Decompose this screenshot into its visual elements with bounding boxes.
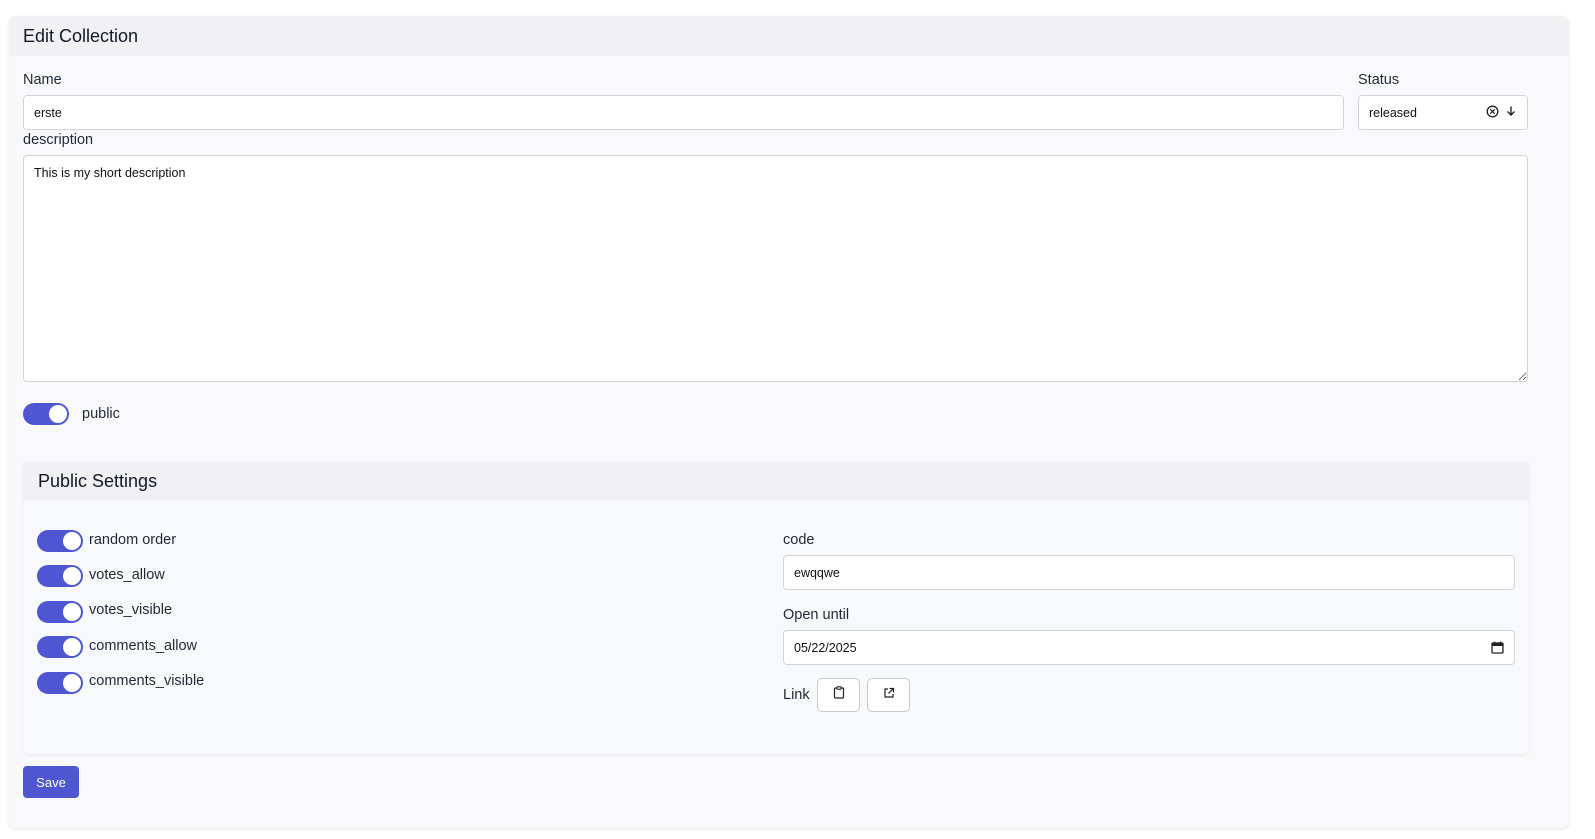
votes-allow-label: votes_allow (89, 567, 165, 583)
calendar-icon[interactable] (1491, 641, 1504, 654)
name-value: erste (34, 105, 62, 120)
public-label: public (82, 406, 120, 422)
comments-visible-label: comments_visible (89, 673, 205, 689)
open-until-value: 05/22/2025 (794, 640, 857, 655)
code-label: code (783, 532, 815, 548)
name-label: Name (23, 72, 62, 88)
votes-visible-toggle[interactable] (37, 601, 83, 623)
public-toggle[interactable] (23, 403, 69, 425)
toggle-knob (49, 405, 67, 423)
toggle-knob (63, 603, 81, 621)
edit-collection-card: Edit Collection Name erste Status releas… (9, 16, 1569, 828)
clear-icon[interactable] (1486, 105, 1499, 121)
comments-allow-toggle[interactable] (37, 636, 83, 658)
random-order-label: random order (89, 532, 177, 548)
status-select[interactable]: released (1358, 95, 1528, 130)
open-until-label: Open until (783, 607, 850, 623)
card-header: Edit Collection (9, 16, 1569, 56)
toggle-knob (63, 567, 81, 585)
public-settings-header: Public Settings (23, 462, 1529, 500)
code-value: ewqqwe (794, 565, 840, 580)
status-label: Status (1358, 72, 1400, 88)
public-settings-title: Public Settings (38, 470, 158, 491)
page-title: Edit Collection (23, 25, 139, 46)
external-link-icon (883, 686, 895, 704)
toggle-knob (63, 638, 81, 656)
toggle-knob (63, 532, 81, 550)
status-value: released (1369, 105, 1417, 120)
code-input[interactable]: ewqqwe (783, 555, 1515, 590)
comments-allow-label: comments_allow (89, 638, 197, 654)
description-label: description (23, 132, 94, 148)
toggle-knob (63, 674, 81, 692)
link-label: Link (783, 687, 810, 703)
open-link-button[interactable] (867, 678, 910, 712)
open-until-date-input[interactable]: 05/22/2025 (783, 630, 1515, 665)
random-order-toggle[interactable] (37, 530, 83, 552)
description-textarea[interactable]: This is my short description (23, 155, 1528, 382)
copy-link-button[interactable] (817, 678, 860, 712)
arrow-down-icon[interactable] (1505, 105, 1517, 120)
votes-allow-toggle[interactable] (37, 565, 83, 587)
public-settings-panel: Public Settings random order votes_allow… (23, 462, 1529, 754)
name-input[interactable]: erste (23, 95, 1344, 130)
clipboard-icon (833, 686, 845, 704)
votes-visible-label: votes_visible (89, 602, 173, 618)
comments-visible-toggle[interactable] (37, 672, 83, 694)
save-button[interactable]: Save (23, 766, 79, 798)
